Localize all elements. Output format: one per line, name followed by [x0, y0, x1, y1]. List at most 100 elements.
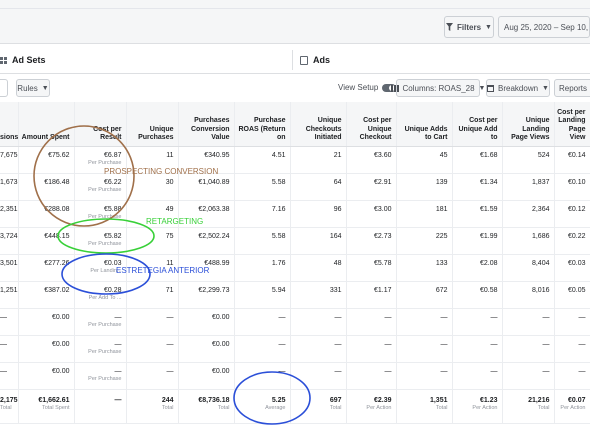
table-cell: — [502, 308, 555, 336]
cell-value: €8,736.18 [198, 396, 230, 404]
cell-value: — [0, 313, 7, 321]
cell-value: — [114, 396, 122, 404]
table-row[interactable]: 1,673 €186.48 €6.22 Per Purchase 30 €1,040.89… [0, 173, 590, 201]
table-cell: — [452, 308, 503, 336]
table-cell: — [74, 389, 127, 424]
column-header[interactable]: Cost per Unique Add to [452, 102, 503, 147]
cell-value: — [334, 367, 342, 375]
table-row[interactable]: 3,724 €448.15 €5.82 Per Purchase 75 €2,502.24… [0, 227, 590, 255]
cell-value: — [542, 313, 550, 321]
cell-value: — [384, 313, 392, 321]
table-cell: — [234, 308, 291, 336]
table-cell: €277.26 [18, 254, 75, 282]
table-cell: 2,351 [0, 200, 19, 228]
column-header[interactable]: Unique Checkouts Initiated [290, 102, 347, 147]
cell-value: — [278, 367, 286, 375]
column-header[interactable]: Unique Purchases [126, 102, 179, 147]
toolbar-left-button[interactable] [0, 79, 8, 97]
cell-value: €1,040.89 [198, 178, 230, 186]
filters-button[interactable]: Filters ▼ [444, 16, 494, 38]
column-header[interactable]: Amount Spent [18, 102, 75, 147]
table-row[interactable]: 3,501 €277.26 €0.03 Per Landin... 11 €488.99 1… [0, 254, 590, 282]
cell-value: 225 [435, 232, 448, 240]
column-header[interactable]: Cost per Result [74, 102, 127, 147]
cell-value: €0.00 [211, 340, 230, 348]
table-cell: — [126, 335, 179, 363]
cell-value: 244 [161, 396, 174, 404]
column-header[interactable]: Purchases Conversion Value [178, 102, 235, 147]
table-row[interactable]: 1,251 €387.02 €0.28 Per Add To ... 71 €2,299.… [0, 281, 590, 309]
cell-value: — [384, 367, 392, 375]
reports-button[interactable]: Reports ▼ [554, 79, 590, 97]
cell-value: 5.58 [271, 232, 286, 240]
table-row[interactable]: — €0.00— Per Purchase — €0.00— — — — — — — [0, 362, 590, 390]
table-cell: 1,837 [502, 173, 555, 201]
table-cell: — [452, 362, 503, 390]
cell-subtext: Total [161, 404, 174, 411]
table-cell: €0.07 Per Action [554, 389, 590, 424]
table-cell: €0.00 [18, 308, 75, 336]
cell-value: €0.10 [567, 178, 586, 186]
cell-value: 1,686 [531, 232, 550, 240]
cell-value: €5.78 [373, 259, 392, 267]
cell-value: €0.00 [51, 340, 70, 348]
table-cell: €2.91 [346, 173, 397, 201]
cell-value: €186.48 [44, 178, 70, 186]
cell-value: 5.58 [271, 178, 286, 186]
cell-value: — [542, 367, 550, 375]
tab-ads-label: Ads [313, 55, 331, 65]
table-cell: €2,299.73 [178, 281, 235, 309]
table-cell: 133 [396, 254, 453, 282]
table-cell: — [554, 362, 590, 390]
column-header[interactable]: Cost per Unique Checkout [346, 102, 397, 147]
tab-ad-sets[interactable]: Ad Sets [0, 46, 46, 74]
cell-value: €2.39 [373, 396, 392, 404]
cell-value: €0.00 [51, 313, 70, 321]
column-header[interactable]: Unique Adds to Cart [396, 102, 453, 147]
table-cell: €2.73 [346, 227, 397, 255]
date-range-button[interactable]: Aug 25, 2020 – Sep 10, 2020 [498, 16, 590, 38]
table-cell: — [554, 335, 590, 363]
columns-button[interactable]: Columns: ROAS_28 ▼ [390, 79, 485, 97]
view-setup-label: View Setup [338, 83, 379, 92]
table-cell: €6.22 Per Purchase [74, 173, 127, 201]
table-row[interactable]: — €0.00— Per Purchase — €0.00— — — — — — — [0, 335, 590, 363]
table-cell: 225 [396, 227, 453, 255]
table-cell: 1,686 [502, 227, 555, 255]
cell-value: €5.82 [103, 232, 122, 240]
cell-subtext: Per Purchase [88, 213, 122, 220]
table-row[interactable]: 7,675 €75.62 €6.87 Per Purchase 11 €340.95 4.5… [0, 146, 590, 174]
cell-value: 21 [333, 151, 342, 159]
cell-value: — [440, 313, 448, 321]
estrategia-annotation: ESTRETEGIA ANTERIOR [116, 266, 210, 275]
table-cell: €2.08 [452, 254, 503, 282]
table-cell: €5.88 Per Purchase [74, 200, 127, 228]
cell-subtext: Total Spent [41, 404, 70, 411]
cell-subtext: Per Action [472, 404, 498, 411]
table-row[interactable]: 2,351 €288.08 €5.88 Per Purchase 49 €2,063.38… [0, 200, 590, 228]
table-cell: €1.59 [452, 200, 503, 228]
cell-value: — [278, 313, 286, 321]
table-cell: — [0, 362, 19, 390]
column-header[interactable]: Purchase ROAS (Return on [234, 102, 291, 147]
view-setup[interactable]: View Setup [338, 83, 397, 92]
table-cell: 3,724 [0, 227, 19, 255]
table-cell: — [554, 308, 590, 336]
cell-value: — [578, 340, 586, 348]
date-range-label: Aug 25, 2020 – Sep 10, 2020 [504, 22, 590, 32]
column-header[interactable]: Unique Landing Page Views [502, 102, 555, 147]
breakdown-button[interactable]: Breakdown ▼ [486, 79, 550, 97]
cell-value: — [542, 340, 550, 348]
column-header[interactable]: sions [0, 102, 19, 147]
table-row[interactable]: — €0.00— Per Purchase — €0.00— — — — — — — [0, 308, 590, 336]
table-cell: — [396, 308, 453, 336]
rules-button[interactable]: Rules ▼ [16, 79, 50, 97]
cell-value: 11 [166, 151, 174, 159]
cell-value: €2.91 [373, 178, 392, 186]
tab-ads[interactable]: Ads [300, 46, 330, 74]
cell-value: 1,351 [429, 396, 448, 404]
cell-value: €1,662.61 [38, 396, 70, 404]
column-header[interactable]: Cost per Landing Page View [554, 102, 590, 147]
cell-value: — [0, 340, 7, 348]
cell-subtext: Per Purchase [88, 321, 122, 328]
